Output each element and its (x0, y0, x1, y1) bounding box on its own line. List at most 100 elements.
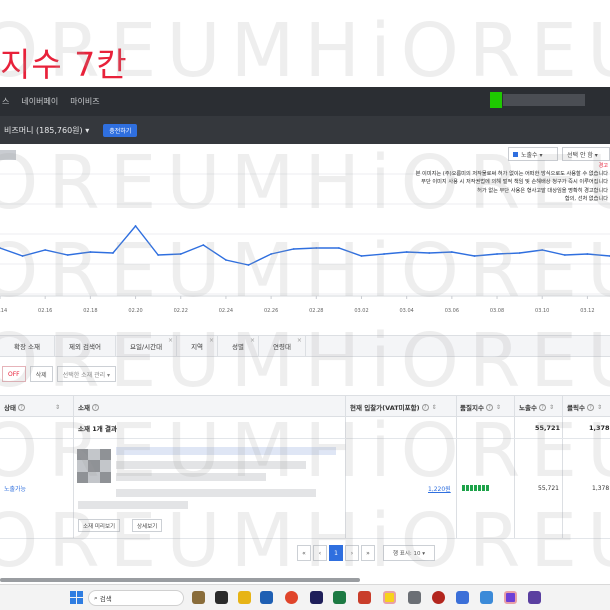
header-label: 품질지수 (460, 404, 484, 412)
network-icon[interactable] (480, 591, 493, 604)
header-impressions[interactable]: 노출수 ? ⇕ (519, 396, 554, 418)
data-point[interactable] (428, 252, 431, 254)
help-icon[interactable]: ? (17, 403, 25, 411)
close-icon[interactable]: × (250, 337, 255, 344)
manage-creative-dropdown[interactable]: 선택한 소재 관리 ▾ (56, 366, 117, 382)
header-clicks[interactable]: 클릭수 ? ⇕ (567, 396, 602, 418)
detail-button[interactable]: 상세보기 (132, 519, 163, 532)
premiere-icon[interactable] (310, 591, 323, 604)
help-icon[interactable]: ? (421, 403, 429, 411)
delete-button[interactable]: 삭제 (29, 366, 53, 382)
help-icon[interactable]: ? (91, 403, 99, 411)
rows-per-page-select[interactable]: 행 표시: 10 ▾ (383, 545, 435, 561)
header-label: 현재 입찰가(VAT미포함) (350, 404, 420, 412)
data-point[interactable] (405, 251, 408, 253)
data-point[interactable] (134, 225, 137, 227)
file-explorer-icon[interactable] (238, 591, 251, 604)
biz-money-dropdown[interactable]: 비즈머니 (185,760원) ▾ (4, 125, 89, 136)
excel-icon[interactable] (333, 591, 346, 604)
biz-money-bar: 비즈머니 (185,760원) ▾ 충전하기 (0, 116, 610, 144)
last-page-button[interactable]: » (361, 545, 375, 561)
data-point[interactable] (112, 252, 114, 254)
data-point[interactable] (225, 259, 227, 261)
data-point[interactable] (292, 248, 295, 250)
sort-icon[interactable]: ⇕ (432, 404, 437, 411)
charge-button[interactable]: 충전하기 (103, 123, 138, 137)
tab-label: 요일/시간대 (129, 343, 163, 351)
data-point[interactable] (383, 253, 385, 255)
sort-icon[interactable]: ⇕ (549, 404, 554, 411)
data-point[interactable] (473, 255, 476, 257)
windows-start-icon[interactable] (70, 591, 83, 604)
task-view-icon[interactable] (215, 591, 228, 604)
record-icon[interactable] (432, 591, 445, 604)
sort-icon[interactable]: ⇕ (496, 404, 501, 411)
data-point[interactable] (315, 247, 318, 249)
data-point[interactable] (247, 264, 250, 266)
tab-gender[interactable]: 성별 × (218, 335, 259, 357)
data-point[interactable] (496, 253, 498, 255)
data-point[interactable] (44, 249, 47, 251)
header-bid[interactable]: 현재 입찰가(VAT미포함) ? ⇕ (350, 396, 437, 418)
close-icon[interactable]: × (297, 337, 302, 344)
x-tick-label: 02.16 (38, 308, 52, 314)
sort-icon[interactable]: ⇕ (55, 404, 60, 411)
data-point[interactable] (360, 255, 363, 257)
data-point[interactable] (89, 251, 92, 253)
first-page-button[interactable]: « (297, 545, 311, 561)
prev-page-button[interactable]: ‹ (313, 545, 327, 561)
kakaotalk-icon[interactable] (383, 591, 396, 604)
taskbar-search[interactable]: ⌕ 검색 (88, 590, 184, 606)
page-1-button[interactable]: 1 (329, 545, 343, 561)
next-page-button[interactable]: › (345, 545, 359, 561)
data-point[interactable] (179, 253, 182, 255)
tab-extensions[interactable]: 확장 소재 (0, 335, 55, 357)
app-icon[interactable] (528, 591, 541, 604)
widget-icon[interactable] (192, 591, 205, 604)
app-icon[interactable] (260, 591, 273, 604)
help-icon[interactable]: ? (485, 403, 493, 411)
data-point[interactable] (541, 249, 544, 251)
chrome-icon[interactable] (285, 591, 298, 604)
data-point[interactable] (157, 254, 160, 256)
data-point[interactable] (202, 244, 205, 246)
data-point[interactable] (270, 253, 273, 255)
app-icon[interactable] (504, 591, 517, 604)
tab-day-time[interactable]: 요일/시간대 × (116, 335, 178, 357)
bid-cell[interactable]: 1,220원 (428, 483, 451, 493)
close-icon[interactable]: × (209, 337, 214, 344)
summary-impressions: 55,721 (535, 424, 561, 432)
header-status[interactable]: 상태 ? ⇕ (4, 396, 60, 418)
data-point[interactable] (337, 247, 340, 249)
notepad-icon[interactable] (456, 591, 469, 604)
tab-region[interactable]: 지역 × (177, 335, 219, 357)
quality-bar-segment (482, 485, 485, 491)
close-icon[interactable]: × (168, 337, 173, 344)
notice-line: 본 이미지는 (주)오름미의 저작물로써 허가 없이는 어떠한 방식으로도 사용… (415, 171, 608, 178)
creative-preview-button[interactable]: 소재 미리보기 (78, 519, 121, 532)
powerpoint-icon[interactable] (358, 591, 371, 604)
off-button[interactable]: OFF (2, 366, 26, 382)
help-icon[interactable]: ? (538, 403, 546, 411)
status-link[interactable]: 노출가능 (4, 483, 26, 493)
header-creative[interactable]: 소재 ? (78, 396, 99, 418)
data-point[interactable] (563, 254, 566, 256)
nav-item-naverpay[interactable]: 네이버페이 (21, 96, 58, 107)
x-tick-label: 02.24 (219, 308, 233, 314)
calculator-icon[interactable] (408, 591, 421, 604)
sort-icon[interactable]: ⇕ (597, 404, 602, 411)
quality-bar-segment (470, 485, 473, 491)
data-point[interactable] (66, 254, 69, 256)
horizontal-scrollbar[interactable] (0, 578, 360, 582)
header-quality[interactable]: 품질지수 ? ⇕ (460, 396, 501, 418)
nav-item-mybiz[interactable]: 마이비즈 (70, 96, 99, 107)
tab-negative-keywords[interactable]: 제외 검색어 (55, 335, 116, 357)
quality-bar-segment (478, 485, 481, 491)
data-point[interactable] (518, 252, 521, 254)
data-point[interactable] (586, 253, 589, 255)
help-icon[interactable]: ? (586, 403, 594, 411)
tab-age[interactable]: 연령대 × (259, 335, 306, 357)
data-point[interactable] (21, 255, 24, 257)
data-point[interactable] (450, 251, 453, 253)
nav-item-partial[interactable]: 스 (2, 96, 9, 107)
